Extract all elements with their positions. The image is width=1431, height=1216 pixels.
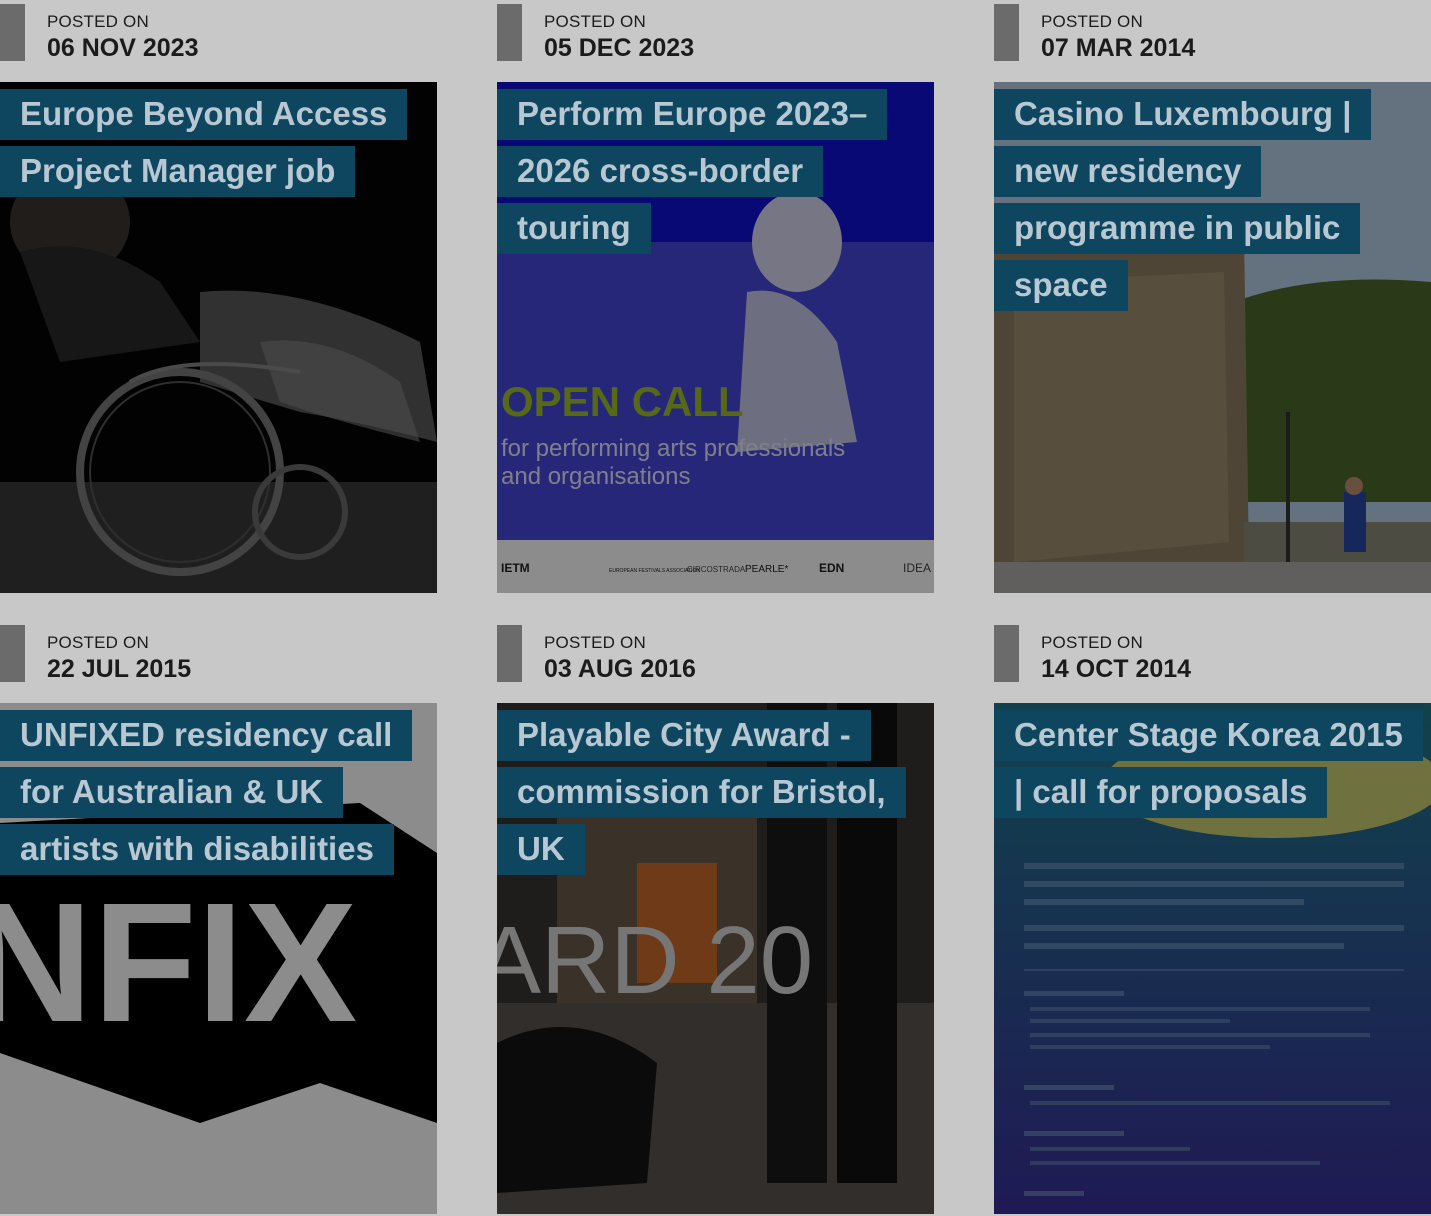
logo-ietm: IETM	[501, 561, 530, 575]
post-card[interactable]: POSTED ON 03 AUG 2016 ARD 20 Playable Ci…	[497, 621, 934, 1214]
post-title-wrap[interactable]: Casino Luxembourg | new residency progra…	[994, 89, 1414, 317]
post-date: 05 DEC 2023	[544, 34, 695, 62]
date-bar	[0, 625, 25, 682]
open-call-subtitle-1: for performing arts professionals	[501, 435, 845, 462]
post-title[interactable]: Center Stage Korea 2015 | call for propo…	[994, 710, 1423, 818]
post-date-block: POSTED ON 03 AUG 2016	[497, 625, 934, 683]
post-image[interactable]: Casino Luxembourg | new residency progra…	[994, 82, 1431, 593]
post-image[interactable]: Europe Beyond Access Project Manager job	[0, 82, 437, 593]
post-title[interactable]: UNFIXED residency call for Australian & …	[0, 710, 413, 875]
date-bar	[497, 625, 522, 682]
post-title[interactable]: Perform Europe 2023–2026 cross-border to…	[497, 89, 888, 254]
date-bar	[994, 4, 1019, 61]
posted-on-label: POSTED ON	[1041, 12, 1143, 31]
open-call-headline: OPEN CALL	[501, 378, 744, 425]
post-title[interactable]: Europe Beyond Access Project Manager job	[0, 89, 408, 197]
date-bar	[497, 4, 522, 61]
unfixed-big-letters: NFIX	[0, 868, 357, 1058]
post-image[interactable]: ARD 20 Playable City Award - commission …	[497, 703, 934, 1214]
post-date: 22 JUL 2015	[47, 655, 192, 683]
posted-on-label: POSTED ON	[47, 633, 149, 652]
post-date-block: POSTED ON 06 NOV 2023	[0, 4, 437, 62]
posted-on-label: POSTED ON	[544, 633, 646, 652]
post-title-wrap[interactable]: Europe Beyond Access Project Manager job	[0, 89, 420, 203]
post-date: 07 MAR 2014	[1041, 34, 1196, 62]
post-date-block: POSTED ON 14 OCT 2014	[994, 625, 1431, 683]
post-grid: POSTED ON 06 NOV 2023 Europe Beyond Acce…	[0, 0, 1431, 1216]
post-card[interactable]: POSTED ON 07 MAR 2014 Casino Luxembourg …	[994, 0, 1431, 593]
post-card[interactable]: POSTED ON 14 OCT 2014 cus	[994, 621, 1431, 1214]
post-date-block: POSTED ON 05 DEC 2023	[497, 4, 934, 62]
post-title-wrap[interactable]: UNFIXED residency call for Australian & …	[0, 710, 420, 881]
post-card[interactable]: POSTED ON 06 NOV 2023 Europe Beyond Acce…	[0, 0, 437, 593]
post-title-wrap[interactable]: Perform Europe 2023–2026 cross-border to…	[497, 89, 917, 260]
post-image[interactable]: OPEN CALL for performing arts profession…	[497, 82, 934, 593]
post-image[interactable]: cus Center Stage K	[994, 703, 1431, 1214]
open-call-subtitle-2: and organisations	[501, 463, 690, 490]
posted-on-label: POSTED ON	[47, 12, 149, 31]
post-image[interactable]: NFIX UNFIXED residency call for Australi…	[0, 703, 437, 1214]
post-title[interactable]: Playable City Award - commission for Bri…	[497, 710, 906, 875]
post-date: 06 NOV 2023	[47, 34, 199, 62]
logo-pearle: PEARLE*	[745, 564, 788, 575]
post-date: 14 OCT 2014	[1041, 655, 1192, 683]
post-date: 03 AUG 2016	[544, 655, 696, 683]
post-title-wrap[interactable]: Playable City Award - commission for Bri…	[497, 710, 917, 881]
post-title-wrap[interactable]: Center Stage Korea 2015 | call for propo…	[994, 710, 1423, 824]
post-card[interactable]: POSTED ON 05 DEC 2023 OPEN CALL for perf…	[497, 0, 934, 593]
logo-circostrada: CIRCOSTRADA	[687, 565, 746, 574]
post-title[interactable]: Casino Luxembourg | new residency progra…	[994, 89, 1372, 311]
posted-on-label: POSTED ON	[544, 12, 646, 31]
logo-edn: EDN	[819, 561, 844, 575]
award-banner-text: ARD 20	[497, 907, 813, 1014]
logo-idea: IDEA	[903, 561, 931, 575]
post-date-block: POSTED ON 22 JUL 2015	[0, 625, 437, 683]
date-bar	[994, 625, 1019, 682]
post-card[interactable]: POSTED ON 22 JUL 2015 NFIX UNFIXED resid…	[0, 621, 437, 1214]
posted-on-label: POSTED ON	[1041, 633, 1143, 652]
post-date-block: POSTED ON 07 MAR 2014	[994, 4, 1431, 62]
date-bar	[0, 4, 25, 61]
